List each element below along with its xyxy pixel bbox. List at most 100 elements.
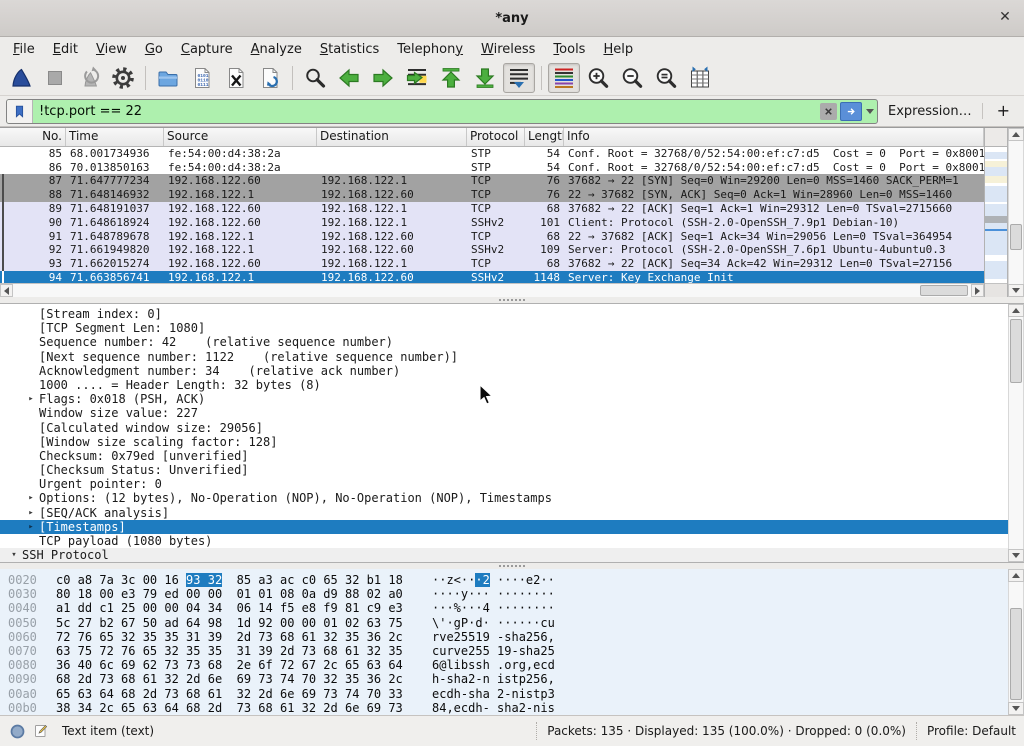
title-bar[interactable]: *any ✕ [0,0,1024,37]
hex-bytes[interactable]: c0 a8 7a 3c 00 16 93 32 85 a3 ac c0 65 3… [56,573,416,587]
hex-bytes[interactable]: 63 75 72 76 65 32 35 35 31 39 2d 73 68 6… [56,644,416,658]
detail-row[interactable]: ▸[Timestamps] [0,520,1008,534]
menu-telephony[interactable]: Telephony [388,39,472,60]
go-first-packet-button[interactable] [435,63,467,93]
zoom-out-button[interactable] [616,63,648,93]
expert-info-button[interactable] [8,722,26,740]
hex-bytes[interactable]: 36 40 6c 69 62 73 73 68 2e 6f 72 67 2c 6… [56,658,416,672]
go-last-packet-button[interactable] [469,63,501,93]
reload-file-button[interactable] [254,63,286,93]
auto-scroll-button[interactable] [503,63,535,93]
menu-capture[interactable]: Capture [172,39,242,60]
go-to-packet-button[interactable] [401,63,433,93]
detail-row[interactable]: Sequence number: 42 (relative sequence n… [0,335,1008,349]
detail-row[interactable]: [Window size scaling factor: 128] [0,435,1008,449]
hex-ascii[interactable]: ····y··· ········ [432,587,555,601]
hex-row-0070[interactable]: 007063 75 72 76 65 32 35 35 31 39 2d 73 … [0,644,1008,658]
hex-ascii[interactable]: h-sha2-n istp256, [432,672,555,686]
packet-row-86[interactable]: 8670.013850163fe:54:00:d4:38:2aSTP54Conf… [0,161,984,175]
vscroll-track[interactable] [1008,582,1024,702]
menu-file[interactable]: File [4,39,44,60]
restart-capture-button[interactable] [73,63,105,93]
go-next-packet-button[interactable] [367,63,399,93]
hex-bytes[interactable]: 38 34 2c 65 63 64 68 2d 73 68 61 32 2d 6… [56,701,416,715]
tree-collapsed-arrow-icon[interactable]: ▸ [23,520,39,534]
scroll-left-button[interactable] [0,284,13,297]
hex-ascii[interactable]: 84,ecdh- sha2-nis [432,701,555,715]
start-capture-button[interactable] [5,63,37,93]
hex-ascii[interactable]: ···%···4 ········ [432,601,555,615]
hscroll-handle[interactable] [920,285,968,296]
tree-collapsed-arrow-icon[interactable]: ▸ [23,506,39,520]
hex-bytes[interactable]: a1 dd c1 25 00 00 04 34 06 14 f5 e8 f9 8… [56,601,416,615]
menu-wireless[interactable]: Wireless [472,39,544,60]
packet-row-92[interactable]: 9271.661949820192.168.122.1192.168.122.6… [0,243,984,257]
zoom-original-button[interactable] [650,63,682,93]
vscroll-handle[interactable] [1010,224,1022,250]
detail-row[interactable]: Acknowledgment number: 34 (relative ack … [0,364,1008,378]
vscroll-handle[interactable] [1010,319,1022,383]
hex-row-00b0[interactable]: 00b038 34 2c 65 63 64 68 2d 73 68 61 32 … [0,701,1008,715]
hex-row-0020[interactable]: 0020c0 a8 7a 3c 00 16 93 32 85 a3 ac c0 … [0,573,1008,587]
packet-row-88[interactable]: 8871.648146932192.168.122.1192.168.122.6… [0,188,984,202]
resize-columns-button[interactable] [684,63,716,93]
hscroll-track[interactable] [13,284,971,297]
close-file-button[interactable] [220,63,252,93]
packet-list-hscrollbar[interactable] [0,283,984,297]
zoom-in-button[interactable] [582,63,614,93]
detail-row[interactable]: ▸Options: (12 bytes), No-Operation (NOP)… [0,491,1008,505]
vscroll-track[interactable] [1008,141,1024,284]
close-window-icon[interactable]: ✕ [996,8,1014,26]
filter-clear-button[interactable] [820,103,837,120]
menu-go[interactable]: Go [136,39,172,60]
capture-comment-button[interactable] [32,722,50,740]
menu-analyze[interactable]: Analyze [242,39,311,60]
scroll-up-button[interactable] [1008,304,1024,317]
hex-row-0050[interactable]: 00505c 27 b2 67 50 ad 64 98 1d 92 00 00 … [0,616,1008,630]
hex-row-0080[interactable]: 008036 40 6c 69 62 73 73 68 2e 6f 72 67 … [0,658,1008,672]
hex-vscrollbar[interactable] [1008,569,1024,715]
vscroll-track[interactable] [1008,317,1024,549]
open-file-button[interactable] [152,63,184,93]
hex-ascii[interactable]: ecdh-sha 2-nistp3 [432,687,555,701]
packet-list-vscrollbar[interactable] [1007,128,1024,297]
packet-row-90[interactable]: 9071.648618924192.168.122.60192.168.122.… [0,216,984,230]
column-header-destination[interactable]: Destination [317,128,467,146]
hex-ascii[interactable]: \'·gP·d· ······cu [432,616,555,630]
detail-row[interactable]: TCP payload (1080 bytes) [0,534,1008,548]
packet-row-94[interactable]: 9471.663856741192.168.122.1192.168.122.6… [0,271,984,283]
filter-apply-button[interactable] [840,102,862,121]
menu-statistics[interactable]: Statistics [311,39,388,60]
packet-row-93[interactable]: 9371.662015274192.168.122.60192.168.122.… [0,257,984,271]
hex-bytes[interactable]: 80 18 00 e3 79 ed 00 00 01 01 08 0a d9 8… [56,587,416,601]
hex-row-00a0[interactable]: 00a065 63 64 68 2d 73 68 61 32 2d 6e 69 … [0,687,1008,701]
hex-row-0030[interactable]: 003080 18 00 e3 79 ed 00 00 01 01 08 0a … [0,587,1008,601]
detail-row[interactable]: [Next sequence number: 1122 (relative se… [0,350,1008,364]
detail-row[interactable]: 1000 .... = Header Length: 32 bytes (8) [0,378,1008,392]
go-previous-packet-button[interactable] [333,63,365,93]
filter-history-dropdown[interactable] [862,100,877,123]
menu-view[interactable]: View [87,39,136,60]
save-file-button[interactable]: 010101100111 [186,63,218,93]
column-header-length[interactable]: Length [525,128,564,146]
hex-row-0060[interactable]: 006072 76 65 32 35 35 31 39 2d 73 68 61 … [0,630,1008,644]
filter-bookmark-button[interactable] [7,100,33,123]
hex-bytes[interactable]: 68 2d 73 68 61 32 2d 6e 69 73 74 70 32 3… [56,672,416,686]
detail-row[interactable]: [Stream index: 0] [0,307,1008,321]
packet-row-87[interactable]: 8771.647777234192.168.122.60192.168.122.… [0,174,984,188]
menu-help[interactable]: Help [594,39,642,60]
profile-text[interactable]: Profile: Default [927,724,1016,738]
hex-row-0090[interactable]: 009068 2d 73 68 61 32 2d 6e 69 73 74 70 … [0,672,1008,686]
hex-bytes[interactable]: 65 63 64 68 2d 73 68 61 32 2d 6e 69 73 7… [56,687,416,701]
column-header-protocol[interactable]: Protocol [467,128,525,146]
stop-capture-button[interactable] [39,63,71,93]
detail-row[interactable]: [TCP Segment Len: 1080] [0,321,1008,335]
scroll-up-button[interactable] [1008,569,1024,582]
tree-collapsed-arrow-icon[interactable]: ▸ [23,491,39,505]
detail-row[interactable]: [Checksum Status: Unverified] [0,463,1008,477]
scroll-down-button[interactable] [1008,702,1024,715]
expression-button[interactable]: Expression… [886,104,974,119]
hex-ascii[interactable]: curve255 19-sha25 [432,644,555,658]
colorize-button[interactable] [548,63,580,93]
intelligent-scrollbar[interactable] [984,128,1007,297]
